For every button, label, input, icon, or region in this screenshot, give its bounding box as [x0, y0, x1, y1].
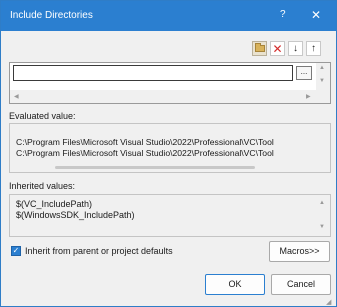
inherited-line: $(VC_IncludePath) [16, 199, 93, 209]
delete-button[interactable]: ✕ [270, 41, 285, 56]
delete-icon: ✕ [272, 41, 283, 56]
scroll-up-icon[interactable]: ▲ [319, 65, 325, 71]
inherited-vertical-scrollbar[interactable]: ▲ ▼ [316, 195, 330, 236]
move-down-button[interactable]: ↓ [288, 41, 303, 56]
inherit-checkbox-label[interactable]: Inherit from parent or project defaults [25, 246, 173, 256]
ok-button[interactable]: OK [205, 274, 265, 295]
window-title: Include Directories [10, 10, 93, 21]
arrow-down-icon: ↓ [293, 42, 298, 54]
inherited-values-label: Inherited values: [9, 181, 76, 191]
close-button[interactable]: ✕ [311, 8, 321, 22]
macros-button[interactable]: Macros>> [269, 241, 330, 262]
scroll-right-icon[interactable]: ▶ [306, 93, 311, 100]
scroll-up-icon[interactable]: ▲ [319, 200, 325, 206]
browse-button[interactable]: ... [296, 66, 312, 80]
help-button[interactable]: ? [280, 9, 286, 20]
evaluated-value-box: C:\Program Files\Microsoft Visual Studio… [9, 123, 331, 173]
list-horizontal-scrollbar[interactable]: ◀ ▶ [10, 90, 316, 103]
evaluated-line: C:\Program Files\Microsoft Visual Studio… [16, 137, 274, 147]
evaluated-horizontal-scrollbar[interactable] [55, 166, 255, 169]
resize-grip-icon[interactable]: ◢ [326, 298, 331, 306]
new-folder-icon [254, 43, 265, 52]
inherited-values-box: $(VC_IncludePath) $(WindowsSDK_IncludePa… [9, 194, 331, 237]
scroll-down-icon[interactable]: ▼ [319, 224, 325, 230]
arrow-up-icon: ↑ [311, 42, 316, 54]
directory-edit-field[interactable] [13, 65, 293, 81]
inherited-line: $(WindowsSDK_IncludePath) [16, 210, 135, 220]
scroll-left-icon[interactable]: ◀ [14, 93, 19, 100]
inherit-checkbox[interactable]: ✓ [11, 246, 21, 256]
move-up-button[interactable]: ↑ [306, 41, 321, 56]
list-vertical-scrollbar[interactable]: ▲ ▼ [316, 63, 330, 103]
include-directories-dialog: Include Directories ? ✕ ✕ ↓ ↑ ... ▲ ▼ ◀ … [0, 0, 337, 307]
evaluated-value-label: Evaluated value: [9, 111, 76, 121]
directory-list[interactable]: ... ▲ ▼ ◀ ▶ [9, 62, 331, 104]
title-bar: Include Directories ? ✕ [1, 1, 336, 31]
cancel-button[interactable]: Cancel [271, 274, 331, 295]
new-line-button[interactable] [252, 41, 267, 56]
scroll-down-icon[interactable]: ▼ [319, 78, 325, 84]
evaluated-line: C:\Program Files\Microsoft Visual Studio… [16, 148, 274, 158]
